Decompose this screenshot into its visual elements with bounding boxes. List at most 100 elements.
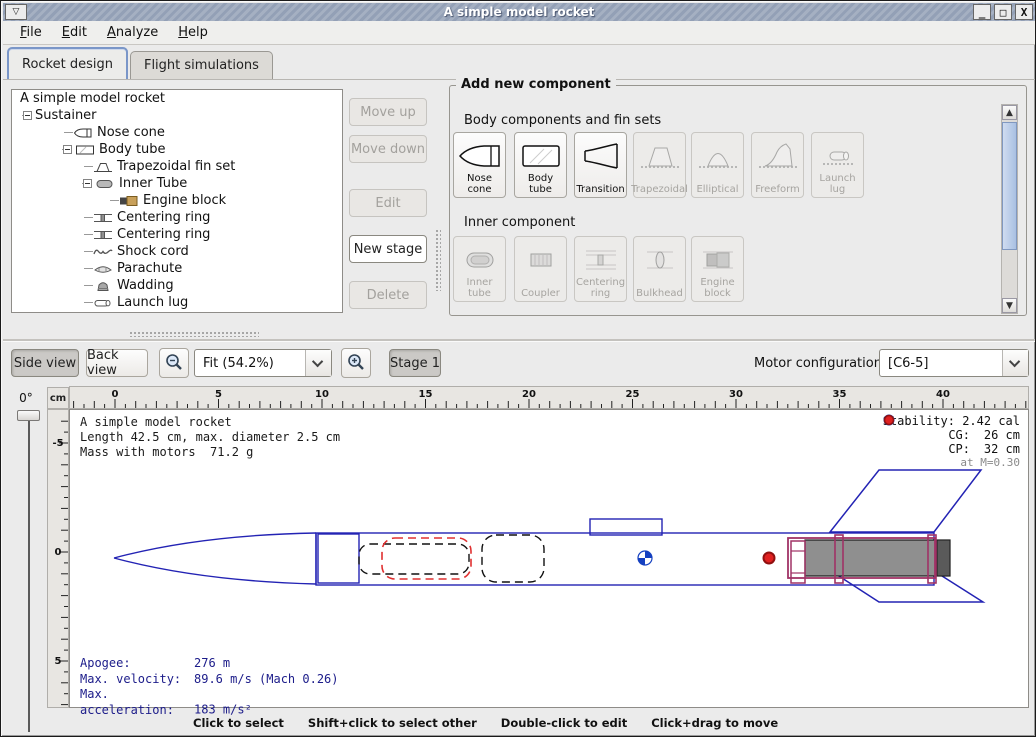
engine-block-outline	[791, 541, 805, 583]
tree-connector	[84, 234, 93, 235]
minimize-button[interactable]: _	[973, 4, 991, 20]
chevron-down-icon	[1002, 350, 1028, 376]
freeform-fin-icon	[755, 139, 801, 173]
side-view-button[interactable]: Side view	[11, 349, 79, 377]
zoom-in-button[interactable]	[341, 348, 371, 378]
rocket-canvas[interactable]: A simple model rocketLength 42.5 cm, max…	[69, 409, 1029, 708]
zoom-out-button[interactable]	[159, 348, 189, 378]
motor-configuration-label: Motor configuration:	[754, 356, 886, 371]
svg-text:20: 20	[522, 389, 536, 400]
tree-item-label: Inner Tube	[119, 176, 187, 191]
tree-item-trapezoidal-fin-set[interactable]: Trapezoidal fin set	[12, 158, 342, 175]
menu-edit[interactable]: Edit	[53, 23, 96, 42]
maximize-button[interactable]: □	[994, 4, 1012, 20]
component-scrollbar[interactable]: ▲ ▼	[1001, 104, 1018, 314]
tree-item-sustainer[interactable]: Sustainer	[12, 107, 342, 124]
horizontal-ruler: 0510152025303540	[69, 386, 1029, 409]
move-up-button[interactable]: Move up	[349, 98, 427, 126]
tab-rocket-design[interactable]: Rocket design	[7, 47, 128, 79]
parachute-icon	[93, 263, 113, 275]
svg-text:-5: -5	[52, 438, 63, 449]
tree-connector	[84, 166, 93, 167]
tree-item-inner-tube[interactable]: Inner Tube	[12, 175, 342, 192]
motor-configuration-select[interactable]: [C6-5]	[879, 349, 1029, 377]
status-hint: Double-click to edit	[501, 716, 627, 730]
stage-1-toggle[interactable]: Stage 1	[389, 349, 441, 377]
add-trapezoidal-button[interactable]: Trapezoidal	[633, 132, 686, 198]
component-button-label: Body tube	[515, 174, 566, 195]
tree-item-shock-cord[interactable]: Shock cord	[12, 243, 342, 260]
add-component-title: Add new component	[456, 77, 616, 92]
tree-collapse-icon[interactable]	[63, 145, 72, 154]
tree-item-nose-cone[interactable]: Nose cone	[12, 124, 342, 141]
svg-text:35: 35	[833, 389, 847, 400]
tree-item-body-tube[interactable]: Body tube	[12, 141, 342, 158]
svg-text:30: 30	[729, 389, 743, 400]
tab-flight-simulations[interactable]: Flight simulations	[130, 51, 273, 79]
tree-collapse-icon[interactable]	[23, 111, 32, 120]
fin-icon	[93, 161, 113, 173]
add-centering-ring-button[interactable]: Centering ring	[574, 236, 627, 302]
svg-text:40: 40	[936, 389, 950, 400]
section-label-inner-component: Inner component	[464, 215, 575, 230]
tree-item-label: Engine block	[143, 193, 226, 208]
tree-item-label: Launch lug	[117, 295, 188, 310]
add-bulkhead-button[interactable]: Bulkhead	[633, 236, 686, 302]
rotation-slider-thumb[interactable]	[17, 410, 40, 421]
title-bar[interactable]: ▽ A simple model rocket _ □ X	[3, 3, 1035, 21]
tree-connector	[64, 132, 73, 133]
cp-icon	[883, 414, 895, 426]
menu-help[interactable]: Help	[169, 23, 217, 42]
centering-ring-icon	[93, 229, 113, 241]
stability-text: Stability: 2.42 cal	[883, 414, 1020, 428]
tree-item-centering-ring[interactable]: Centering ring	[12, 209, 342, 226]
menu-analyze[interactable]: Analyze	[98, 23, 167, 42]
rotation-slider[interactable]	[28, 412, 30, 732]
zoom-select[interactable]: Fit (54.2%)	[194, 349, 332, 377]
tree-item-a-simple-model-rocket[interactable]: A simple model rocket	[12, 90, 342, 107]
add-elliptical-button[interactable]: Elliptical	[691, 132, 744, 198]
tree-connector	[84, 217, 93, 218]
tree-item-centering-ring[interactable]: Centering ring	[12, 226, 342, 243]
tree-item-wadding[interactable]: Wadding	[12, 277, 342, 294]
add-coupler-button[interactable]: Coupler	[514, 236, 567, 302]
parachute-outline	[482, 535, 544, 582]
svg-text:25: 25	[626, 389, 640, 400]
tree-connector	[84, 302, 93, 303]
add-engine-block-button[interactable]: Engine block	[691, 236, 744, 302]
body-tube-icon	[518, 139, 564, 173]
window-menu-icon[interactable]: ▽	[5, 4, 27, 20]
add-inner-tube-button[interactable]: Inner tube	[453, 236, 506, 302]
tree-item-engine-block[interactable]: Engine block	[12, 192, 342, 209]
rocket-info-line: Mass with motors 71.2 g	[80, 445, 340, 460]
component-button-label: Bulkhead	[636, 289, 683, 300]
move-down-button[interactable]: Move down	[349, 135, 427, 163]
splitpane-handle-horizontal[interactable]	[129, 331, 259, 337]
body-tube-icon	[75, 144, 95, 156]
add-launch-lug-button[interactable]: Launch lug	[811, 132, 864, 198]
tree-collapse-icon[interactable]	[83, 179, 92, 188]
tree-item-launch-lug[interactable]: Launch lug	[12, 294, 342, 311]
menu-file[interactable]: File	[11, 23, 51, 42]
nose-shoulder-outline	[318, 534, 359, 583]
component-tree: A simple model rocketSustainerNose coneB…	[11, 89, 343, 313]
back-view-button[interactable]: Back view	[86, 349, 148, 377]
splitpane-handle-vertical[interactable]	[435, 229, 441, 291]
add-nose-cone-button[interactable]: Nose cone	[453, 132, 506, 198]
cp-row: CP: 32 cm	[883, 442, 1020, 456]
scroll-up-icon[interactable]: ▲	[1002, 105, 1017, 120]
add-body-tube-button[interactable]: Body tube	[514, 132, 567, 198]
menu-bar: FileEditAnalyzeHelp	[3, 21, 1035, 45]
new-stage-button[interactable]: New stage	[349, 235, 427, 263]
tree-item-parachute[interactable]: Parachute	[12, 260, 342, 277]
close-button[interactable]: X	[1015, 4, 1033, 20]
cp-marker	[764, 553, 775, 564]
scrollbar-thumb[interactable]	[1002, 122, 1017, 250]
edit-button[interactable]: Edit	[349, 189, 427, 217]
scroll-down-icon[interactable]: ▼	[1002, 298, 1017, 313]
chevron-down-icon	[305, 350, 331, 376]
component-button-label: Engine block	[692, 278, 743, 299]
add-transition-button[interactable]: Transition	[574, 132, 627, 198]
delete-button[interactable]: Delete	[349, 281, 427, 309]
add-freeform-button[interactable]: Freeform	[751, 132, 804, 198]
